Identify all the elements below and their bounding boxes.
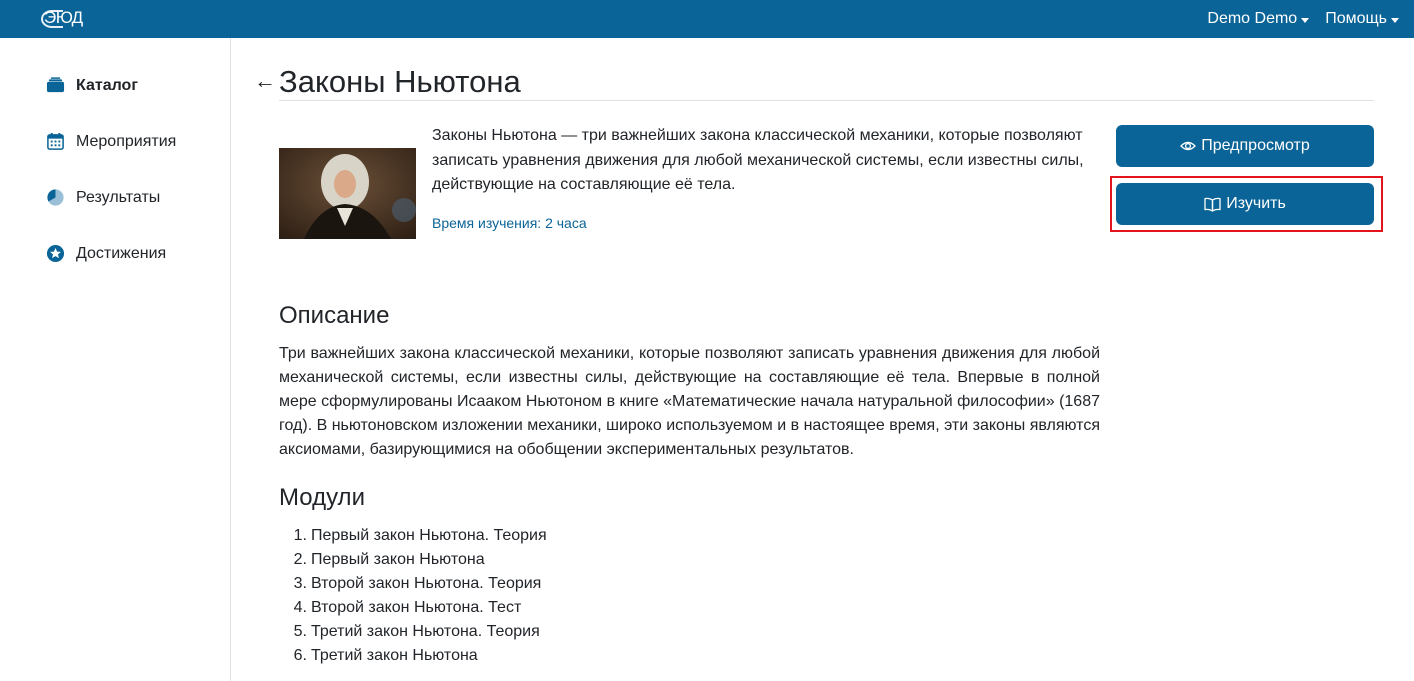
modules-heading: Модули xyxy=(279,484,365,511)
logo-swoosh xyxy=(41,10,63,28)
course-thumbnail xyxy=(279,148,416,239)
list-item: 1. Первый закон Ньютона. Теория xyxy=(279,524,547,548)
chevron-down-icon xyxy=(1391,17,1399,23)
sidebar-item-achievements[interactable]: Достижения xyxy=(46,244,166,263)
pie-chart-icon xyxy=(47,189,64,206)
user-menu-label: Demo Demo xyxy=(1207,10,1298,27)
list-item: 6. Третий закон Ньютона xyxy=(279,644,547,668)
preview-button-label: Предпросмотр xyxy=(1201,137,1310,154)
module-number: 6. xyxy=(293,647,307,664)
title-divider xyxy=(279,100,1374,101)
study-button-label: Изучить xyxy=(1226,195,1286,212)
preview-button[interactable]: Предпросмотр xyxy=(1116,125,1374,167)
top-navbar: ЭЮД Demo Demo Помощь xyxy=(0,0,1414,38)
study-button[interactable]: Изучить xyxy=(1116,183,1374,225)
module-label: Второй закон Ньютона. Теория xyxy=(311,575,542,592)
module-label: Второй закон Ньютона. Тест xyxy=(311,599,522,616)
module-number: 1. xyxy=(293,527,307,544)
logo[interactable]: ЭЮД xyxy=(41,8,83,28)
eye-icon xyxy=(1180,141,1197,151)
sidebar: Каталог Мероприятия Результаты Достижени… xyxy=(0,38,231,681)
sidebar-item-results[interactable]: Результаты xyxy=(46,188,160,207)
sidebar-item-catalog[interactable]: Каталог xyxy=(46,76,138,95)
user-menu[interactable]: Demo Demo xyxy=(1207,10,1310,28)
sidebar-item-label: Результаты xyxy=(76,188,161,206)
list-item: 3. Второй закон Ньютона. Теория xyxy=(279,572,547,596)
description-heading: Описание xyxy=(279,302,390,329)
list-item: 5. Третий закон Ньютона. Теория xyxy=(279,620,547,644)
book-open-icon xyxy=(1204,197,1221,212)
sidebar-item-events[interactable]: Мероприятия xyxy=(46,132,176,151)
sidebar-item-label: Достижения xyxy=(76,244,167,262)
help-menu-label: Помощь xyxy=(1325,10,1387,27)
list-item: 2. Первый закон Ньютона xyxy=(279,548,547,572)
main-content: ← Законы Ньютона Законы Ньютона — три ва… xyxy=(231,38,1414,681)
module-label: Третий закон Ньютона xyxy=(311,647,478,664)
module-number: 5. xyxy=(293,623,307,640)
module-label: Первый закон Ньютона xyxy=(311,551,485,568)
study-duration: Время изучения: 2 часа xyxy=(432,215,587,231)
description-text: Три важнейших закона классической механи… xyxy=(279,345,1100,458)
back-arrow-icon[interactable]: ← xyxy=(254,68,276,94)
help-menu[interactable]: Помощь xyxy=(1325,10,1399,28)
module-number: 2. xyxy=(293,551,307,568)
calendar-icon xyxy=(47,132,64,150)
course-intro: Законы Ньютона — три важнейших закона кл… xyxy=(432,127,1084,193)
star-badge-icon xyxy=(46,244,65,263)
module-label: Первый закон Ньютона. Теория xyxy=(311,527,547,544)
module-number: 4. xyxy=(293,599,307,616)
module-label: Третий закон Ньютона. Теория xyxy=(311,623,540,640)
module-number: 3. xyxy=(293,575,307,592)
page-title: Законы Ньютона xyxy=(279,64,521,99)
list-item: 4. Второй закон Ньютона. Тест xyxy=(279,596,547,620)
sidebar-item-label: Мероприятия xyxy=(76,132,177,150)
top-nav: Demo Demo Помощь xyxy=(1207,0,1399,38)
catalog-icon xyxy=(46,77,65,93)
sidebar-item-label: Каталог xyxy=(76,76,138,94)
chevron-down-icon xyxy=(1301,17,1310,23)
modules-list: 1. Первый закон Ньютона. Теория 2. Первы… xyxy=(279,524,547,668)
